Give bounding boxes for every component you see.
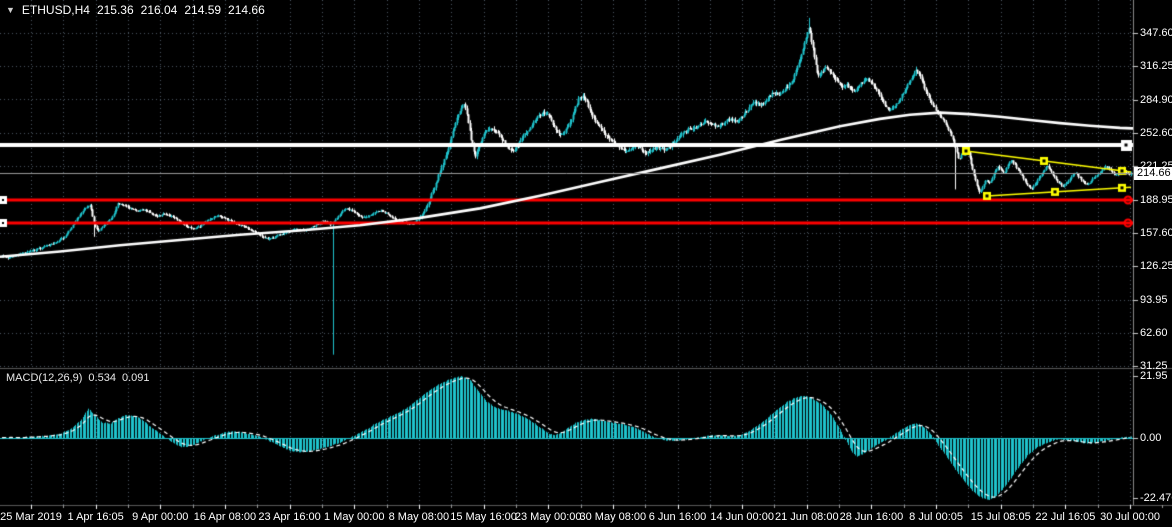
macd-main-value: 0.534: [88, 372, 116, 384]
triangle-down-icon[interactable]: ▼: [6, 5, 15, 15]
chart-ohlc-header: ▼ ETHUSD,H4 215.36 216.04 214.59 214.66: [6, 3, 265, 17]
mt4-chart-window: ▼ ETHUSD,H4 215.36 216.04 214.59 214.66 MACD(…: [0, 0, 1172, 527]
close-value: 214.66: [228, 3, 265, 17]
low-value: 214.59: [184, 3, 222, 17]
chart-canvas[interactable]: [0, 0, 1172, 527]
macd-name: MACD(12,26,9): [6, 372, 83, 384]
macd-indicator-label: MACD(12,26,9) 0.534 0.091: [6, 372, 149, 384]
symbol-period-label: ETHUSD,H4: [21, 3, 90, 17]
open-value: 215.36: [96, 3, 134, 17]
macd-signal-value: 0.091: [121, 372, 150, 384]
current-price-badge: 214.66: [1134, 167, 1172, 180]
high-value: 216.04: [140, 3, 178, 17]
